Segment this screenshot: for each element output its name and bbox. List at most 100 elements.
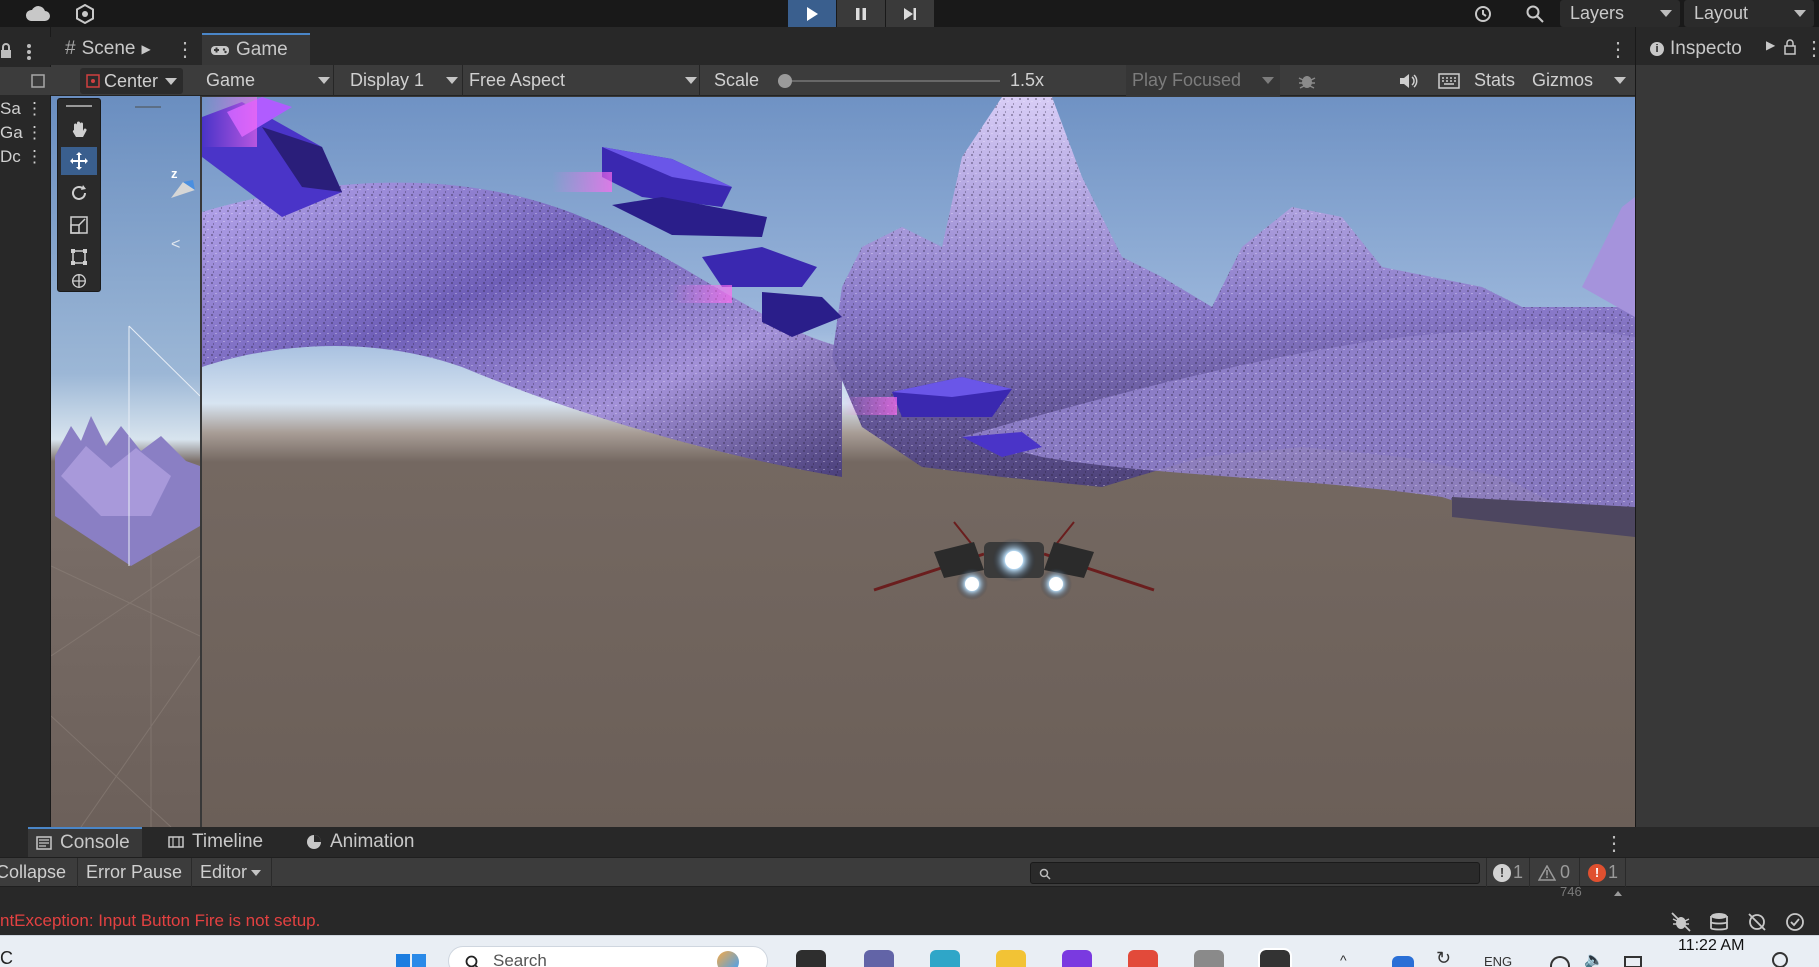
frame-debugger-button[interactable] [1290, 65, 1324, 96]
onedrive-icon[interactable] [1392, 956, 1414, 967]
language-indicator[interactable]: ENG [1484, 954, 1512, 967]
history-icon[interactable] [1468, 0, 1498, 27]
inspector-panel: i Inspecto ▶ ⋮ [1635, 27, 1819, 827]
sync-icon[interactable]: ↻ [1436, 948, 1451, 967]
chrome-icon[interactable] [1128, 950, 1158, 967]
view-mode-dropdown[interactable]: Game [200, 65, 334, 96]
search-highlight-icon [717, 951, 739, 967]
info-filter-toggle[interactable]: ! 1 [1486, 858, 1530, 887]
chevron-down-icon [685, 77, 697, 84]
error-filter-toggle[interactable]: ! 1 [1582, 858, 1626, 887]
list-item[interactable]: Dc ⋮ [0, 147, 51, 169]
shortcuts-button[interactable] [1432, 65, 1466, 96]
console-error-line[interactable]: ntException: Input Button Fire is not se… [0, 907, 1819, 935]
layers-label: Layers [1570, 3, 1625, 23]
console-search-input[interactable] [1030, 862, 1480, 884]
teams-icon[interactable] [864, 950, 894, 967]
game-viewport[interactable] [202, 97, 1635, 827]
tab-animation[interactable]: Animation [298, 827, 428, 857]
transform-tool-button[interactable] [61, 271, 97, 291]
gizmos-button[interactable]: Gizmos [1526, 65, 1606, 96]
task-view-icon[interactable] [796, 950, 826, 967]
kebab-menu-icon[interactable]: ⋮ [1604, 831, 1624, 856]
wifi-icon[interactable] [1550, 956, 1570, 967]
kebab-menu-icon[interactable]: ⋮ [26, 99, 43, 119]
rotate-tool-button[interactable] [61, 179, 97, 207]
kebab-menu-icon[interactable]: ⋮ [1804, 36, 1819, 61]
display-dropdown[interactable]: Display 1 [344, 65, 462, 96]
pivot-dropdown[interactable]: Center [80, 68, 183, 94]
notification-icon[interactable] [1772, 952, 1788, 967]
console-toolbar: Collapse Error Pause Editor ! 1 0 ! 1 [0, 857, 1819, 887]
layers-dropdown[interactable]: Layers [1560, 0, 1680, 27]
battery-icon[interactable] [1624, 956, 1642, 967]
kebab-menu-icon[interactable]: ⋮ [26, 147, 43, 167]
tab-timeline[interactable]: Timeline [160, 827, 280, 857]
os-taskbar: C Search ^ ↻ ENG 🔈 11:22 AM [0, 935, 1819, 967]
play-focused-label: Play Focused [1132, 70, 1242, 90]
tab-game-label: Game [236, 39, 288, 60]
kebab-menu-icon[interactable]: ⋮ [26, 123, 43, 143]
chevron-down-icon [318, 77, 330, 84]
layout-dropdown[interactable]: Layout [1684, 0, 1814, 27]
gizmos-dropdown[interactable] [1606, 65, 1634, 96]
error-pause-button[interactable]: Error Pause [80, 858, 192, 887]
chevron-down-icon [1794, 10, 1806, 17]
slider-thumb[interactable] [778, 74, 792, 88]
kebab-menu-icon[interactable]: ⋮ [175, 37, 195, 62]
animation-icon [307, 835, 321, 849]
chevron-right-icon[interactable]: ▶ [1766, 38, 1775, 52]
collab-icon[interactable] [70, 0, 100, 27]
play-button[interactable] [788, 0, 836, 27]
scroll-up-icon[interactable] [1614, 891, 1622, 896]
auto-generate-lighting-icon[interactable] [1746, 911, 1768, 933]
check-circle-icon[interactable] [1784, 911, 1806, 933]
tab-console[interactable]: Console [28, 827, 142, 857]
game-tabbar: Game ⋮ [200, 27, 1635, 65]
rect-tool-button[interactable] [61, 243, 97, 271]
cache-server-icon[interactable] [1708, 911, 1730, 933]
warning-filter-toggle[interactable]: 0 [1532, 858, 1580, 887]
orientation-gizmo[interactable]: z [167, 166, 197, 206]
edge-icon[interactable] [930, 950, 960, 967]
editor-dropdown[interactable]: Editor [194, 858, 272, 887]
tab-scene[interactable]: # Scene ▶ [57, 33, 167, 65]
volume-icon[interactable]: 🔈 [1584, 950, 1604, 967]
hand-tool-button[interactable] [61, 115, 97, 143]
windows-start-icon[interactable] [394, 950, 428, 967]
collapse-button[interactable]: Collapse [0, 858, 78, 887]
stats-button[interactable]: Stats [1468, 65, 1524, 96]
main-toolbar: Layers Layout [0, 0, 1819, 27]
app-icon[interactable] [1062, 950, 1092, 967]
scene-viewport[interactable]: z < [51, 96, 200, 827]
step-button[interactable] [886, 0, 934, 27]
drag-handle[interactable] [66, 105, 92, 107]
scroll-count: 746 [1560, 887, 1582, 899]
aspect-dropdown[interactable]: Free Aspect [462, 65, 700, 96]
console-panel: Console Timeline Animation ⋮ Collapse Er… [0, 827, 1819, 935]
tab-game[interactable]: Game [202, 33, 310, 65]
slider-track [778, 80, 1000, 82]
taskbar-search[interactable]: Search [448, 946, 768, 967]
search-icon[interactable] [1520, 0, 1550, 27]
scale-tool-button[interactable] [61, 211, 97, 239]
list-item[interactable]: Ga ⋮ [0, 123, 51, 145]
taskbar-clock[interactable]: 11:22 AM [1678, 937, 1744, 955]
file-explorer-icon[interactable] [996, 950, 1026, 967]
list-item[interactable]: Sa ⋮ [0, 99, 51, 121]
tab-inspector[interactable]: i Inspecto [1642, 33, 1762, 65]
unity-hub-icon[interactable] [1194, 950, 1224, 967]
lock-icon[interactable] [1784, 39, 1796, 55]
scale-slider[interactable] [778, 73, 1000, 89]
cloud-icon[interactable] [18, 0, 58, 27]
kebab-menu-icon[interactable]: ⋮ [1608, 37, 1628, 62]
unity-editor-icon[interactable] [1258, 948, 1292, 967]
overlay-handle[interactable] [135, 106, 161, 108]
bug-disabled-icon[interactable] [1670, 911, 1692, 933]
console-tabbar: Console Timeline Animation ⋮ [0, 827, 1819, 857]
pause-button[interactable] [837, 0, 885, 27]
move-tool-button[interactable] [61, 147, 97, 175]
play-focused-dropdown[interactable]: Play Focused [1126, 65, 1280, 96]
chevron-up-icon[interactable]: ^ [1340, 952, 1347, 967]
mute-audio-button[interactable] [1392, 65, 1424, 96]
